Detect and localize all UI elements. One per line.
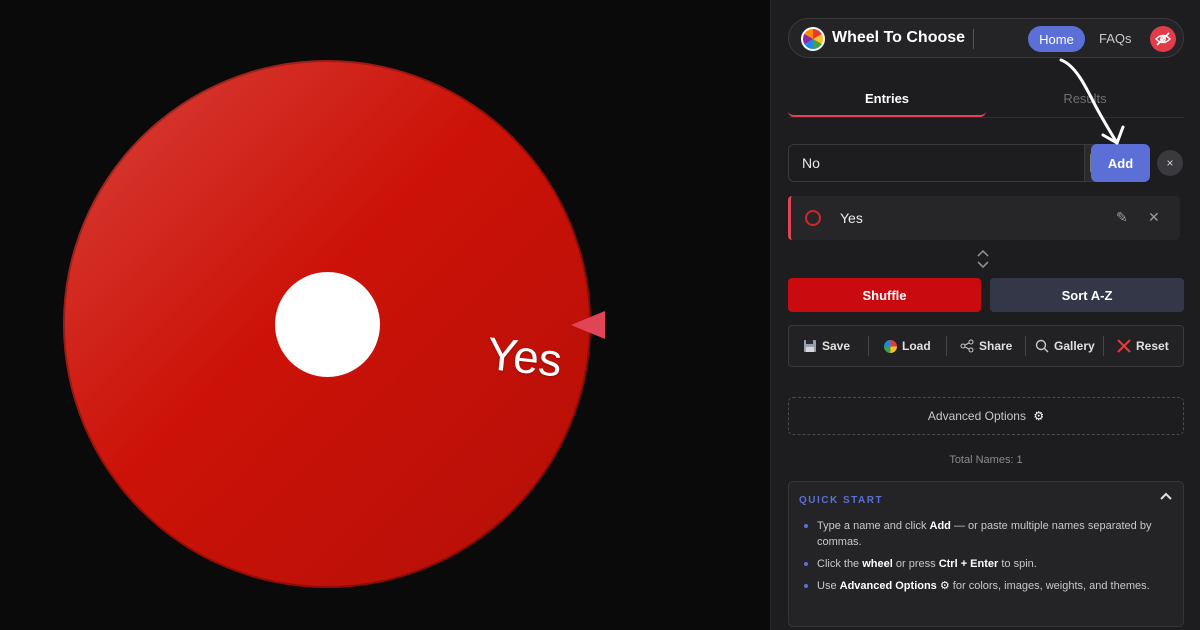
quick-start-list: Type a name and click Add — or paste mul… [803, 518, 1175, 600]
load-button[interactable]: Load [884, 339, 931, 353]
save-label: Save [822, 339, 851, 353]
clear-input-button[interactable]: × [1157, 150, 1183, 176]
share-button[interactable]: Share [960, 339, 1012, 353]
gallery-label: Gallery [1054, 339, 1095, 353]
quick-start-panel: QUICK START Type a name and click Add — … [788, 481, 1184, 627]
chevron-up-icon[interactable] [1159, 490, 1173, 507]
shuffle-button[interactable]: Shuffle [788, 278, 981, 312]
entry-name-input[interactable] [788, 144, 1084, 182]
toolbar: Save Load Share Gallery Reset [788, 325, 1184, 367]
save-button[interactable]: Save [803, 339, 850, 353]
gear-icon: ⚙ [1033, 409, 1045, 423]
reorder-chevrons-icon[interactable] [976, 249, 990, 270]
list-item[interactable]: Yes ✎ ✕ [788, 196, 1180, 240]
top-nav: Wheel To Choose Home FAQs [788, 18, 1184, 58]
toolbar-divider [868, 336, 869, 356]
quick-start-title: QUICK START [799, 495, 884, 506]
entry-label: Yes [840, 210, 863, 226]
wheel-pointer-icon [571, 311, 605, 339]
sort-az-button[interactable]: Sort A-Z [990, 278, 1184, 312]
tab-entries[interactable]: Entries [788, 80, 986, 117]
share-label: Share [979, 339, 1013, 353]
total-names-count: Total Names: 1 [949, 454, 1023, 466]
nav-home-button[interactable]: Home [1028, 26, 1085, 52]
entry-color-dot[interactable] [805, 210, 821, 226]
spin-wheel[interactable] [63, 60, 591, 588]
advanced-options-button[interactable]: Advanced Options ⚙ [788, 397, 1184, 435]
nav-faqs-link[interactable]: FAQs [1099, 31, 1132, 46]
list-item: Use Advanced Options ⚙ for colors, image… [803, 578, 1175, 594]
logo-icon[interactable] [801, 27, 825, 51]
load-wheel-icon [884, 339, 897, 353]
wheel-slice-label: Yes [484, 326, 565, 387]
toolbar-divider [1025, 336, 1026, 356]
list-item: Type a name and click Add — or paste mul… [803, 518, 1175, 550]
hide-eye-icon[interactable] [1150, 26, 1176, 52]
wheel-stage: Yes [0, 0, 770, 630]
hint-arrow-icon [1059, 58, 1125, 145]
save-icon [804, 340, 816, 352]
advanced-options-label: Advanced Options [927, 409, 1026, 423]
delete-x-icon[interactable]: ✕ [1148, 209, 1160, 226]
toolbar-divider [1103, 336, 1104, 356]
gear-icon: ⚙ [939, 580, 950, 592]
toolbar-divider [946, 336, 947, 356]
reset-label: Reset [1136, 339, 1169, 353]
wheel-hub[interactable] [275, 272, 380, 377]
gallery-button[interactable]: Gallery [1035, 339, 1095, 353]
edit-pencil-icon[interactable]: ✎ [1116, 209, 1128, 226]
reset-x-icon [1117, 339, 1131, 353]
load-label: Load [902, 339, 931, 353]
brand-name[interactable]: Wheel To Choose [832, 29, 965, 47]
list-item: Click the wheel or press Ctrl + Enter to… [803, 556, 1175, 572]
reset-button[interactable]: Reset [1117, 339, 1169, 353]
control-panel: Wheel To Choose Home FAQs Entries Result… [770, 0, 1200, 630]
share-icon [960, 339, 974, 353]
nav-divider [973, 29, 974, 49]
search-icon [1035, 339, 1049, 353]
